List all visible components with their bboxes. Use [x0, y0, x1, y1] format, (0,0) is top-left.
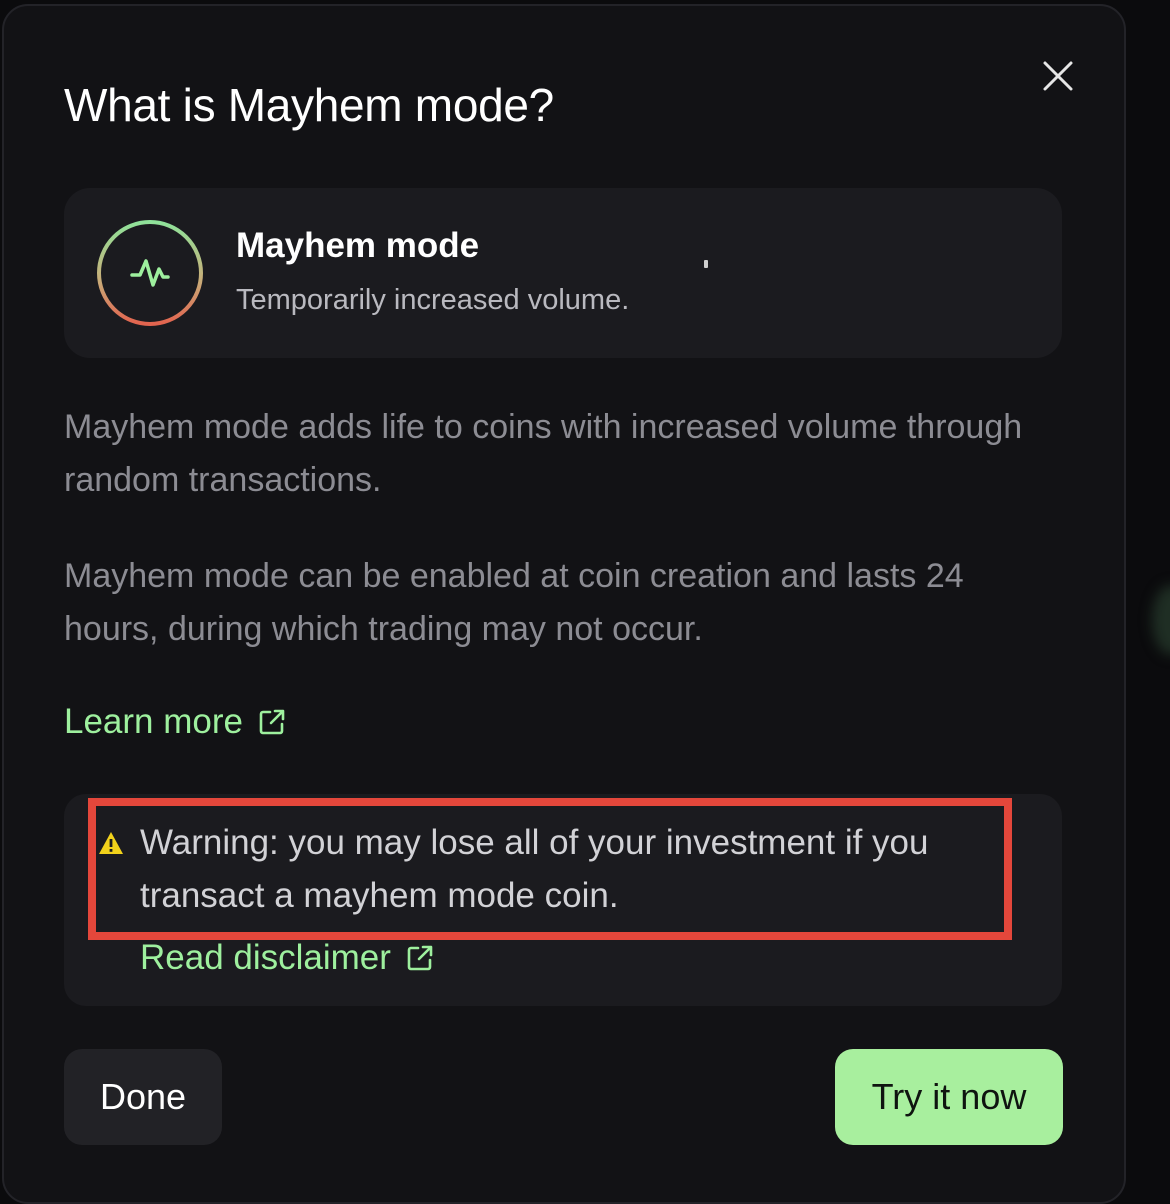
try-it-now-button[interactable]: Try it now [835, 1049, 1063, 1145]
mode-subtitle: Temporarily increased volume. [236, 284, 630, 316]
external-link-icon [259, 709, 285, 735]
annotation-highlight-box [88, 798, 1012, 940]
mode-info-card [64, 188, 1062, 358]
done-button[interactable]: Done [64, 1049, 222, 1145]
description-paragraph-2: Mayhem mode can be enabled at coin creat… [64, 557, 964, 648]
read-disclaimer-link[interactable]: Read disclaimer [140, 938, 435, 978]
read-disclaimer-label: Read disclaimer [140, 938, 391, 977]
dialog-title: What is Mayhem mode? [64, 79, 554, 131]
learn-more-link[interactable]: Learn more [64, 702, 287, 742]
mode-name: Mayhem mode [236, 226, 480, 265]
activity-pulse-icon [97, 220, 203, 326]
learn-more-label: Learn more [64, 702, 243, 741]
mouse-cursor [704, 260, 708, 268]
close-button[interactable] [1036, 54, 1080, 98]
external-link-icon [407, 945, 433, 971]
close-icon [1043, 61, 1073, 91]
description-paragraph-1: Mayhem mode adds life to coins with incr… [64, 408, 1023, 499]
